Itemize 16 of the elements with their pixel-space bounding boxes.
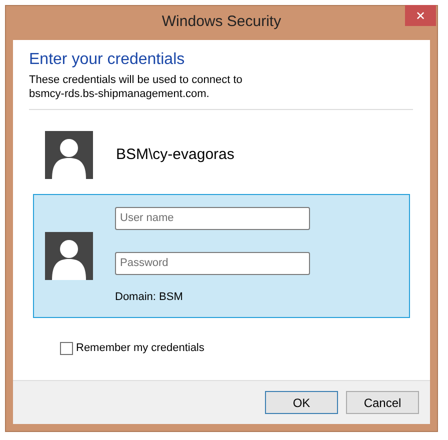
close-button[interactable]: ✕ xyxy=(405,5,436,26)
remember-label: Remember my credentials xyxy=(76,341,204,356)
password-field[interactable]: Password xyxy=(115,252,310,275)
account-tile[interactable]: BSM\cy-evagoras xyxy=(33,120,410,190)
credentials-tile[interactable]: User name Password Domain: BSM xyxy=(33,194,410,318)
dialog-message: These credentials will be used to connect to bsmcy-rds.bs-shipmanagement.com. xyxy=(29,73,244,101)
ok-button[interactable]: OK xyxy=(265,391,338,414)
username-field[interactable]: User name xyxy=(115,206,310,230)
cancel-button[interactable]: Cancel xyxy=(346,391,419,414)
account-name: BSM\cy-evagoras xyxy=(116,144,234,165)
domain-label: Domain: BSM xyxy=(115,290,184,305)
user-avatar-icon xyxy=(45,232,93,280)
window-title: Windows Security xyxy=(162,12,282,32)
dialog-heading: Enter your credentials xyxy=(29,50,186,70)
remember-checkbox[interactable] xyxy=(60,342,73,355)
user-avatar-icon xyxy=(45,131,93,179)
